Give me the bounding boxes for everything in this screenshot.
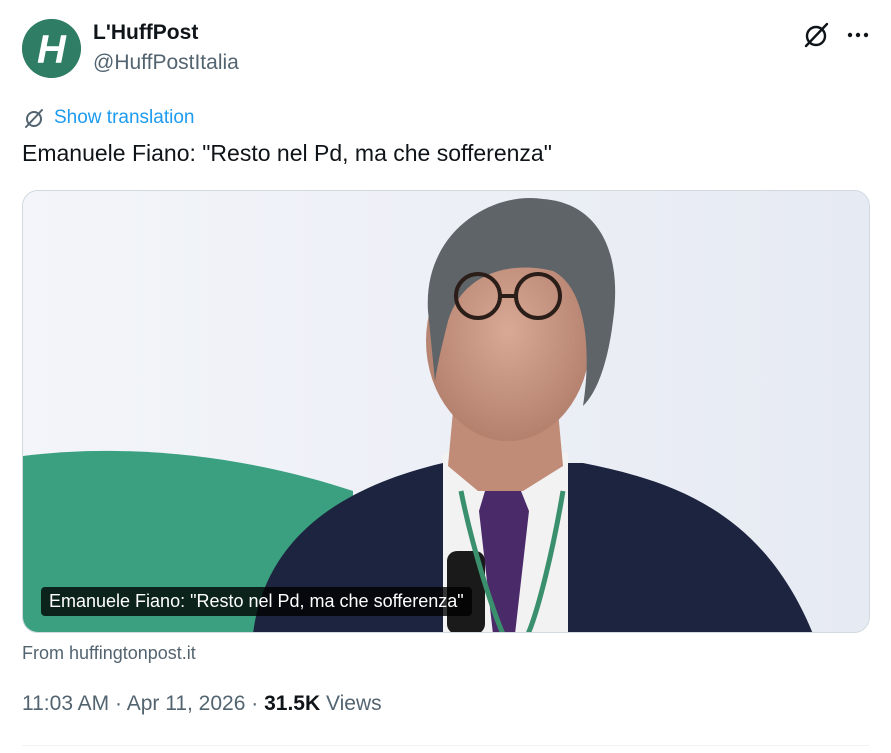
show-translation-button[interactable]: Show translation <box>22 105 194 131</box>
link-card[interactable]: Emanuele Fiano: "Resto nel Pd, ma che so… <box>22 190 870 633</box>
views-count: 31.5K <box>264 692 321 715</box>
translate-icon <box>25 109 43 128</box>
card-source-link[interactable]: From huffingtonpost.it <box>22 643 196 664</box>
card-image <box>23 191 869 632</box>
more-button[interactable] <box>842 19 874 51</box>
tweet-time[interactable]: 11:03 AM <box>22 692 109 715</box>
tweet-text: Emanuele Fiano: "Resto nel Pd, ma che so… <box>22 140 552 166</box>
avatar[interactable]: H <box>22 19 81 78</box>
meta-separator: · <box>115 692 123 715</box>
show-translation-label: Show translation <box>54 107 195 128</box>
card-caption: Emanuele Fiano: "Resto nel Pd, ma che so… <box>41 587 472 616</box>
tweet-meta: 11:03 AM · Apr 11, 2026 · 31.5K Views <box>22 692 382 716</box>
grok-button[interactable] <box>800 19 832 51</box>
author-handle[interactable]: @HuffPostItalia <box>93 51 239 75</box>
author-name[interactable]: L'HuffPost <box>93 21 198 45</box>
divider <box>22 745 869 746</box>
meta-separator: · <box>251 692 259 715</box>
avatar-letter: H <box>37 28 67 72</box>
huffpost-logo: H <box>22 19 81 78</box>
grok-icon <box>804 22 829 48</box>
views-label: Views <box>325 692 382 715</box>
tweet-date[interactable]: Apr 11, 2026 <box>127 692 246 715</box>
more-icon <box>847 32 869 38</box>
